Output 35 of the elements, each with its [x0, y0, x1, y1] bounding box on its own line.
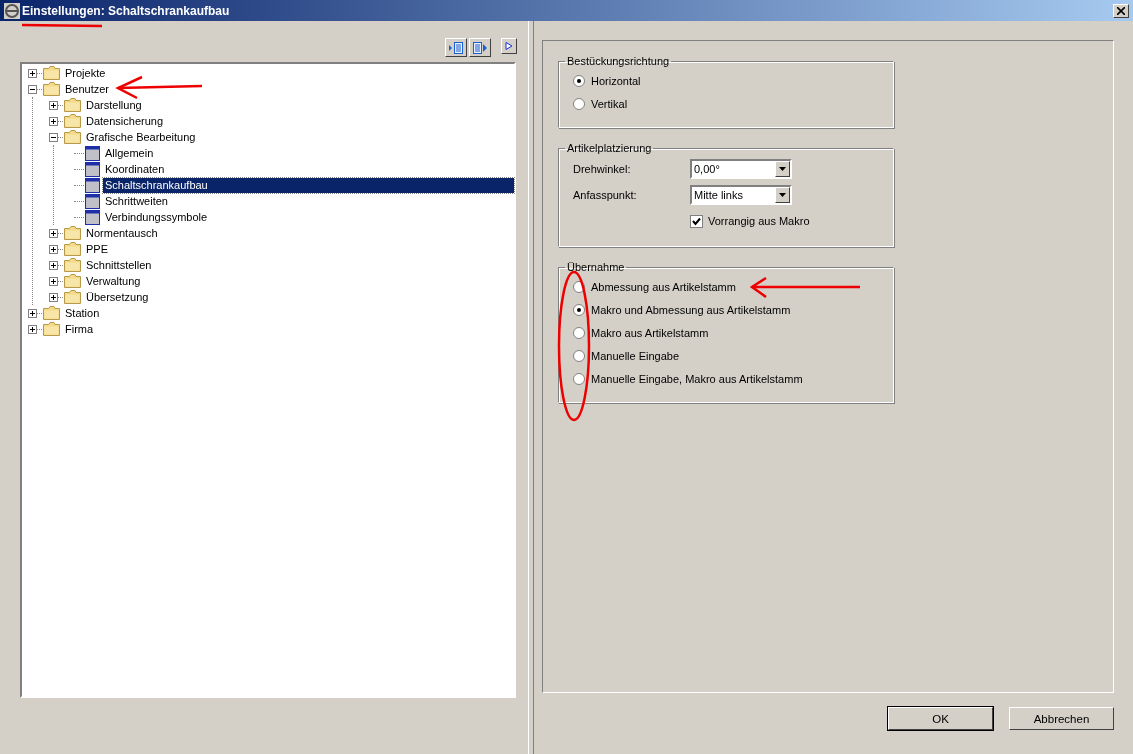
tree-item[interactable]: Projekte [63, 65, 108, 81]
dialog-button[interactable]: OK [888, 707, 993, 730]
tree-item[interactable]: Schrittweiten [103, 193, 170, 209]
tree-item[interactable]: Koordinaten [103, 161, 167, 177]
dropdown-field[interactable]: Mitte links [690, 185, 792, 205]
tree-item[interactable]: Datensicherung [84, 113, 166, 129]
dialog-button[interactable]: Abbrechen [1009, 707, 1114, 730]
checkbox-label: Vorrangig aus Makro [708, 215, 810, 227]
tree-item[interactable]: Normentausch [84, 225, 160, 241]
tree-item[interactable]: PPE [84, 241, 110, 257]
tree-item[interactable]: Station [63, 305, 102, 321]
tree-item[interactable]: Schnittstellen [84, 257, 154, 273]
radio-label: Vertikal [591, 97, 628, 110]
radio-label: Manuelle Eingabe [591, 349, 680, 362]
group-title: Übernahme [566, 261, 626, 273]
radio-label: Horizontal [591, 74, 641, 87]
tree-item[interactable]: Übersetzung [84, 289, 151, 305]
tree-item[interactable]: Darstellung [84, 97, 144, 113]
radio-label: Manuelle Eingabe, Makro aus Artikelstamm [591, 372, 803, 385]
radio-label: Makro und Abmessung aus Artikelstamm [591, 303, 791, 316]
group-title: Bestückungsrichtung [566, 55, 671, 67]
radio-label: Abmessung aus Artikelstamm [591, 280, 736, 293]
tree-item[interactable]: Verbindungssymbole [103, 209, 210, 225]
tree-item[interactable]: Grafische Bearbeitung [84, 129, 198, 145]
tree-item[interactable]: Verwaltung [84, 273, 143, 289]
dropdown-field[interactable]: 0,00° [690, 159, 792, 179]
field-label: Drehwinkel: [573, 163, 632, 175]
field-label: Anfasspunkt: [573, 189, 638, 201]
group-title: Artikelplatzierung [566, 142, 653, 154]
tree-item[interactable]: Benutzer [63, 81, 112, 97]
tree-item[interactable]: Firma [63, 321, 96, 337]
window-title: Einstellungen: Schaltschrankaufbau [22, 3, 231, 18]
radio-label: Makro aus Artikelstamm [591, 326, 709, 339]
tree-item[interactable]: Allgemein [103, 145, 156, 161]
tree-item[interactable]: Schaltschrankaufbau [103, 177, 514, 193]
